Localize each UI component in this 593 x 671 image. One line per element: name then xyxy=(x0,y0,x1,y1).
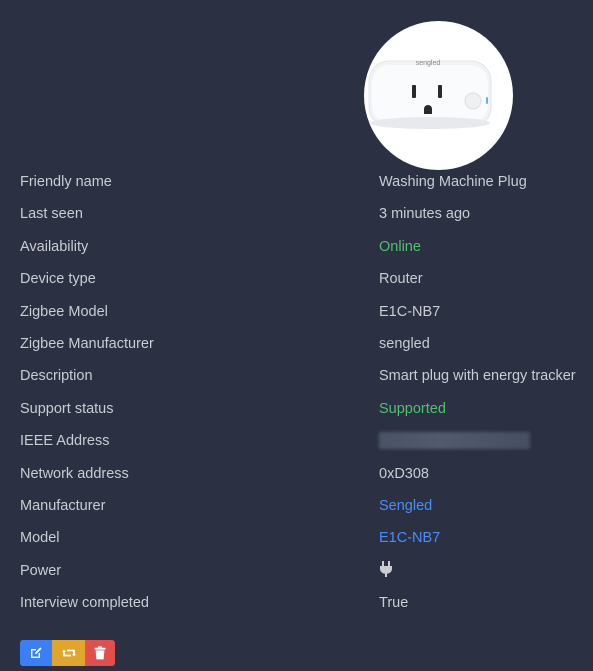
row-description: Description Smart plug with energy track… xyxy=(0,360,593,392)
plug-brand-text: sengled xyxy=(416,60,441,67)
row-power: Power xyxy=(0,555,593,587)
description-label: Description xyxy=(20,368,93,385)
trash-icon xyxy=(94,646,106,660)
interview-completed-value: True xyxy=(379,595,409,612)
row-manufacturer: Manufacturer Sengled xyxy=(0,490,593,522)
row-zigbee-model: Zigbee Model E1C-NB7 xyxy=(0,296,593,328)
friendly-name-label: Friendly name xyxy=(20,174,112,190)
last-seen-label: Last seen xyxy=(20,206,83,223)
availability-value: Online xyxy=(379,238,421,255)
network-address-label: Network address xyxy=(20,465,129,482)
rename-button[interactable] xyxy=(20,640,52,666)
row-model: Model E1C-NB7 xyxy=(0,522,593,554)
interview-completed-label: Interview completed xyxy=(20,595,149,612)
power-value xyxy=(379,555,393,587)
ieee-address-value xyxy=(379,425,530,457)
redacted-value xyxy=(379,431,530,449)
zigbee-manufacturer-label: Zigbee Manufacturer xyxy=(20,335,154,352)
support-status-label: Support status xyxy=(20,400,114,417)
zigbee-manufacturer-value: sengled xyxy=(379,335,430,352)
power-label: Power xyxy=(20,562,62,579)
smart-plug-image: sengled xyxy=(368,60,492,129)
last-seen-value: 3 minutes ago xyxy=(379,206,471,223)
reconfigure-button[interactable] xyxy=(52,640,85,666)
delete-button[interactable] xyxy=(85,640,115,666)
manufacturer-link[interactable]: Sengled xyxy=(379,490,432,522)
ieee-address-label: IEEE Address xyxy=(20,433,110,450)
model-label: Model xyxy=(20,530,60,547)
row-friendly-name: Friendly name Washing Machine Plug xyxy=(0,166,593,198)
manufacturer-label: Manufacturer xyxy=(20,497,106,514)
device-actions xyxy=(20,640,115,666)
network-address-value: 0xD308 xyxy=(379,465,429,482)
reconfigure-icon xyxy=(61,649,76,657)
edit-icon xyxy=(31,647,42,658)
support-status-value: Supported xyxy=(379,400,446,417)
description-value: Smart plug with energy tracker xyxy=(379,368,576,385)
device-type-label: Device type xyxy=(20,271,96,288)
zigbee-model-value: E1C-NB7 xyxy=(379,303,441,320)
row-network-address: Network address 0xD308 xyxy=(0,458,593,490)
row-support-status: Support status Supported xyxy=(0,393,593,425)
row-availability: Availability Online xyxy=(0,231,593,263)
device-info-table: Friendly name Washing Machine Plug Last … xyxy=(0,166,593,619)
row-device-type: Device type Router xyxy=(0,263,593,295)
row-zigbee-manufacturer: Zigbee Manufacturer sengled xyxy=(0,328,593,360)
plug-icon xyxy=(380,561,392,578)
model-link[interactable]: E1C-NB7 xyxy=(379,522,440,554)
availability-label: Availability xyxy=(20,238,89,255)
row-last-seen: Last seen 3 minutes ago xyxy=(0,198,593,230)
device-image: sengled xyxy=(364,21,513,170)
device-type-value: Router xyxy=(379,271,423,288)
row-interview-completed: Interview completed True xyxy=(0,587,593,619)
friendly-name-value: Washing Machine Plug xyxy=(379,174,527,190)
zigbee-model-label: Zigbee Model xyxy=(20,303,108,320)
row-ieee-address: IEEE Address xyxy=(0,425,593,457)
